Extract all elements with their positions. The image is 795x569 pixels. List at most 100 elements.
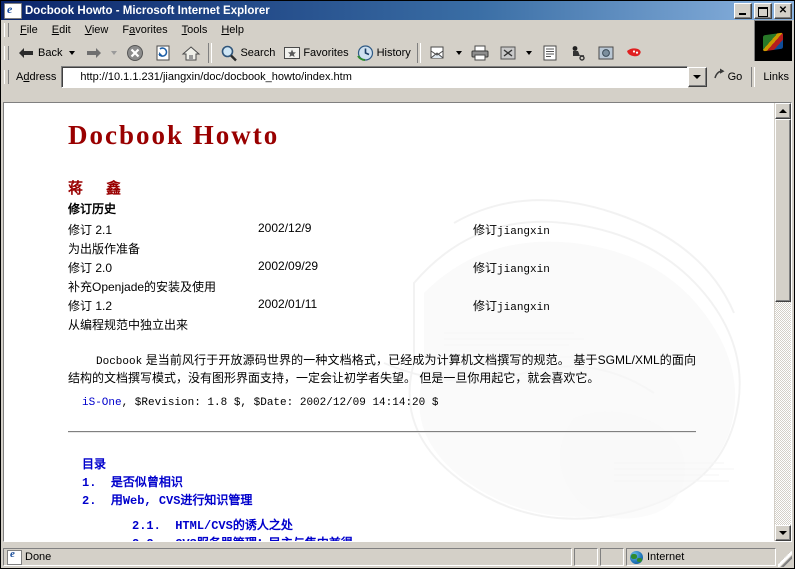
toc-link-1[interactable]: 1. 是否似曾相识 [82, 476, 183, 490]
scrollbar-thumb[interactable] [775, 119, 791, 302]
revision-remark: 补充Openjade的安装及使用 [68, 279, 217, 294]
resize-grip[interactable] [778, 551, 792, 567]
home-icon [180, 43, 202, 63]
revision-number: 修订 1.2 [68, 298, 113, 313]
favorites-label: Favorites [303, 47, 349, 59]
list-item: 1. 是否似曾相识 [82, 473, 748, 490]
browser-window: Docbook Howto - Microsoft Internet Explo… [0, 0, 795, 569]
forward-button[interactable] [79, 42, 107, 64]
address-input[interactable]: http://10.1.1.231/jiangxin/doc/docbook_h… [61, 66, 688, 88]
history-button[interactable]: History [352, 42, 414, 64]
address-label: Address [16, 71, 57, 83]
edit-icon [497, 43, 519, 63]
standard-toolbar: Back Search Favorites History [1, 39, 794, 66]
toolbar-drag-grip[interactable] [4, 46, 9, 60]
security-zone-pane[interactable]: Internet [626, 548, 776, 566]
toc-link-2[interactable]: 2. 用Web, CVS进行知识管理 [82, 494, 252, 508]
window-title: Docbook Howto - Microsoft Internet Explo… [25, 4, 270, 17]
browser-content-area: Docbook Howto 蒋 鑫 修订历史 修订 2.1 2002/12/9 … [1, 100, 794, 544]
stop-button[interactable] [121, 42, 149, 64]
revision-author: 修订jiangxin [473, 222, 550, 238]
print-icon [469, 43, 491, 63]
toolbar-separator-2 [416, 43, 421, 63]
forward-icon [82, 43, 104, 63]
edit-dropdown-icon[interactable] [525, 51, 532, 55]
print-button[interactable] [466, 42, 494, 64]
address-dropdown-button[interactable] [687, 67, 707, 87]
toc-link-2-1[interactable]: 2.1. HTML/CVS的诱人之处 [132, 519, 293, 533]
table-row: 修订 1.2 2002/01/11 修订jiangxin [68, 296, 668, 315]
history-label: History [376, 47, 411, 59]
chevron-down-icon [693, 75, 702, 79]
ie-status-icon [7, 549, 22, 565]
discuss-button[interactable] [536, 42, 564, 64]
toc-link-2-2[interactable]: 2.2. CVS服务器管理：民主与集中兼得 [132, 537, 353, 541]
revision-remark: 从编程规范中独立出来 [68, 317, 189, 332]
refresh-button[interactable] [149, 42, 177, 64]
revision-history-heading: 修订历史 [68, 201, 117, 216]
status-bar: Done Internet [1, 546, 794, 568]
table-of-contents: 1. 是否似曾相识 2. 用Web, CVS进行知识管理 2.1. HTML/C… [68, 473, 748, 541]
is-one-link[interactable]: iS-One [82, 397, 122, 409]
go-button[interactable]: Go [708, 67, 749, 87]
menu-help[interactable]: Help [214, 22, 251, 38]
table-row: 修订 2.1 2002/12/9 修订jiangxin [68, 220, 668, 239]
revision-number: 修订 2.0 [68, 260, 113, 275]
edit-page-button[interactable] [494, 42, 522, 64]
forward-dropdown-icon[interactable] [111, 51, 118, 55]
favorites-button[interactable]: Favorites [278, 42, 351, 64]
back-button[interactable]: Back [13, 42, 65, 64]
scrollbar-track[interactable] [775, 119, 791, 525]
table-row: 为出版作准备 [68, 239, 668, 258]
realplayer-button[interactable] [620, 42, 648, 64]
toc-sublist-2: 2.1. HTML/CVS的诱人之处 2.2. CVS服务器管理：民主与集中兼得 [82, 516, 748, 541]
search-button[interactable]: Search [215, 42, 278, 64]
mail-dropdown-icon[interactable] [455, 51, 462, 55]
back-dropdown-icon[interactable] [69, 51, 76, 55]
table-row: 补充Openjade的安装及使用 [68, 277, 668, 296]
page-title: Docbook Howto [68, 120, 280, 150]
mail-button[interactable] [424, 42, 452, 64]
messenger-icon [567, 43, 589, 63]
minimize-button[interactable] [734, 2, 752, 19]
address-drag-grip[interactable] [4, 70, 9, 84]
document-body: Docbook Howto 蒋 鑫 修订历史 修订 2.1 2002/12/9 … [4, 103, 774, 541]
menu-favorites[interactable]: Favorites [115, 22, 174, 38]
status-text: Done [25, 551, 52, 563]
revision-remark: 为出版作准备 [68, 241, 141, 256]
vertical-scrollbar[interactable] [774, 103, 791, 541]
toolbar-separator [208, 43, 213, 63]
refresh-icon [152, 43, 174, 63]
discuss-icon [539, 43, 561, 63]
scroll-down-button[interactable] [775, 525, 791, 541]
web-page: Docbook Howto 蒋 鑫 修订历史 修订 2.1 2002/12/9 … [4, 103, 774, 541]
menu-tools[interactable]: Tools [175, 22, 215, 38]
scroll-up-button[interactable] [775, 103, 791, 119]
stop-icon [124, 43, 146, 63]
maximize-button[interactable] [754, 2, 772, 19]
messenger-button[interactable] [564, 42, 592, 64]
menu-edit[interactable]: Edit [45, 22, 78, 38]
menu-file[interactable]: File [13, 22, 45, 38]
revision-history-table: 修订 2.1 2002/12/9 修订jiangxin 为出版作准备 修订 2.… [68, 220, 668, 334]
go-label: Go [727, 71, 743, 83]
revision-author: 修订jiangxin [473, 260, 550, 276]
security-zone-label: Internet [647, 551, 685, 563]
go-icon [712, 67, 728, 87]
title-bar: Docbook Howto - Microsoft Internet Explo… [1, 1, 794, 20]
home-button[interactable] [177, 42, 205, 64]
status-message-pane: Done [3, 548, 572, 566]
status-pane-2 [574, 548, 598, 566]
menu-view[interactable]: View [78, 22, 116, 38]
revision-date: 2002/09/29 [258, 258, 319, 273]
toc-heading: 目录 [82, 456, 107, 471]
author-name: 蒋 鑫 [68, 179, 126, 197]
menu-drag-grip[interactable] [4, 22, 9, 37]
links-button[interactable]: Links [758, 67, 794, 87]
media-button[interactable] [592, 42, 620, 64]
list-item: 2.2. CVS服务器管理：民主与集中兼得 [132, 534, 748, 541]
ie-animated-logo [754, 20, 792, 61]
media-icon [595, 43, 617, 63]
triangle-up-icon [779, 109, 787, 113]
close-button[interactable]: ✕ [774, 2, 792, 19]
